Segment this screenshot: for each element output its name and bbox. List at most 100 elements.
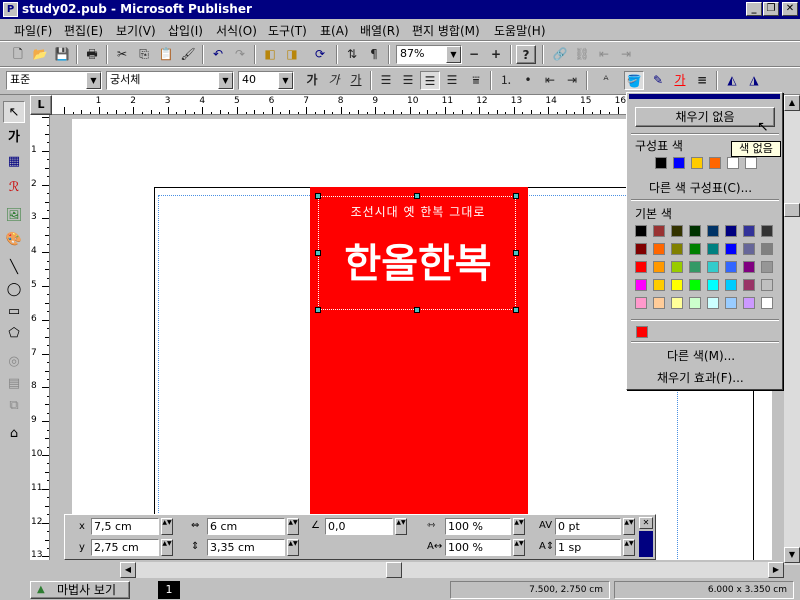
- other-scheme-button[interactable]: 다른 색 구성표(C)...: [649, 179, 752, 196]
- scheme-color-swatch[interactable]: [745, 157, 757, 169]
- spinner-icon[interactable]: ▲▼: [623, 539, 635, 556]
- basic-color-swatch[interactable]: [671, 225, 683, 237]
- increase-indent-icon[interactable]: ⇥: [562, 71, 582, 90]
- cut-icon[interactable]: ✂: [112, 45, 132, 64]
- close-button[interactable]: ✕: [782, 2, 798, 16]
- bring-front-icon[interactable]: ◧: [260, 45, 280, 64]
- resize-handle[interactable]: [513, 307, 519, 313]
- scroll-down-icon[interactable]: ▼: [784, 547, 800, 563]
- fill-effects-button[interactable]: 채우기 효과(F)...: [657, 369, 744, 386]
- basic-color-swatch[interactable]: [653, 243, 665, 255]
- ole-object-icon[interactable]: ◎: [3, 351, 25, 373]
- menu-edit[interactable]: 편집(E): [64, 22, 103, 39]
- basic-color-swatch[interactable]: [653, 225, 665, 237]
- menu-mail-merge[interactable]: 편지 병합(M): [412, 22, 480, 39]
- decrease-indent-icon[interactable]: ⇤: [540, 71, 560, 90]
- zoom-out-button[interactable]: −: [464, 45, 484, 64]
- line-spacing-input[interactable]: 1 sp: [555, 539, 621, 556]
- open-icon[interactable]: 📂: [30, 45, 50, 64]
- basic-color-swatch[interactable]: [689, 297, 701, 309]
- distribute-icon[interactable]: ⩸: [466, 71, 486, 90]
- html-fragment-icon[interactable]: ⧉: [3, 395, 25, 417]
- basic-color-swatch[interactable]: [635, 279, 647, 291]
- pointer-icon[interactable]: ↖: [3, 101, 25, 123]
- underline-button[interactable]: 가: [346, 71, 366, 90]
- basic-color-swatch[interactable]: [725, 297, 737, 309]
- line-color-icon[interactable]: ✎: [648, 71, 668, 90]
- vertical-scrollbar[interactable]: ▲ ▼: [784, 95, 800, 565]
- paragraph-mark-icon[interactable]: ¶: [364, 45, 384, 64]
- menu-format[interactable]: 서식(O): [216, 22, 257, 39]
- copy-icon[interactable]: ⎘: [134, 45, 154, 64]
- basic-color-swatch[interactable]: [761, 297, 773, 309]
- scheme-color-swatch[interactable]: [673, 157, 685, 169]
- design-gallery-icon[interactable]: ⌂: [3, 423, 25, 445]
- justify-icon[interactable]: ☰: [442, 71, 462, 90]
- y-position-input[interactable]: 2,75 cm: [91, 539, 159, 556]
- spinner-icon[interactable]: ▲▼: [161, 518, 173, 535]
- italic-button[interactable]: 가: [324, 71, 344, 90]
- line-style-icon[interactable]: ≡: [692, 71, 712, 90]
- rotate-icon[interactable]: ⟳: [310, 45, 330, 64]
- basic-color-swatch[interactable]: [725, 261, 737, 273]
- chevron-down-icon[interactable]: ▼: [278, 72, 293, 89]
- basic-color-swatch[interactable]: [635, 243, 647, 255]
- text-scale-input[interactable]: 100 %: [445, 518, 511, 535]
- basic-color-swatch[interactable]: [725, 243, 737, 255]
- font-combo[interactable]: 궁서체 ▼: [106, 71, 234, 90]
- resize-handle[interactable]: [315, 307, 321, 313]
- spinner-icon[interactable]: ▲▼: [395, 518, 407, 535]
- rotate-right-icon[interactable]: ◮: [744, 71, 764, 90]
- scheme-color-swatch[interactable]: [727, 157, 739, 169]
- vertical-ruler[interactable]: 1 2 3 4 5 6 7 8 9 10 11 12 13: [30, 115, 50, 560]
- text-frame-icon[interactable]: 가: [3, 127, 25, 149]
- basic-color-swatch[interactable]: [653, 261, 665, 273]
- picture-frame-icon[interactable]: 🖼: [3, 205, 25, 227]
- publisher-app-icon[interactable]: P: [3, 2, 18, 17]
- menu-insert[interactable]: 삽입(I): [168, 22, 203, 39]
- basic-color-swatch[interactable]: [743, 297, 755, 309]
- basic-color-swatch[interactable]: [725, 279, 737, 291]
- basic-color-swatch[interactable]: [653, 279, 665, 291]
- resize-handle[interactable]: [414, 193, 420, 199]
- basic-color-swatch[interactable]: [689, 261, 701, 273]
- print-icon[interactable]: 🖶: [82, 45, 102, 64]
- basic-color-swatch[interactable]: [761, 261, 773, 273]
- scroll-thumb[interactable]: [386, 562, 402, 578]
- recent-color-swatch[interactable]: [636, 326, 648, 338]
- chevron-down-icon[interactable]: ▼: [446, 46, 461, 63]
- menu-view[interactable]: 보기(V): [116, 22, 156, 39]
- spinner-icon[interactable]: ▲▼: [623, 518, 635, 535]
- rotate-left-icon[interactable]: ◭: [722, 71, 742, 90]
- font-size-combo[interactable]: 40 ▼: [238, 71, 294, 90]
- scroll-thumb[interactable]: [784, 203, 800, 217]
- basic-color-swatch[interactable]: [653, 297, 665, 309]
- minimize-button[interactable]: _: [746, 2, 762, 16]
- clipart-icon[interactable]: 🎨: [3, 229, 25, 251]
- oval-tool-icon[interactable]: ◯: [3, 279, 25, 301]
- resize-handle[interactable]: [414, 307, 420, 313]
- basic-color-swatch[interactable]: [689, 279, 701, 291]
- basic-color-swatch[interactable]: [761, 225, 773, 237]
- height-input[interactable]: 3,35 cm: [207, 539, 285, 556]
- paste-icon[interactable]: 📋: [156, 45, 176, 64]
- new-icon[interactable]: 🗋: [8, 45, 28, 64]
- spinner-icon[interactable]: ▲▼: [287, 539, 299, 556]
- style-combo[interactable]: 표준 ▼: [6, 71, 102, 90]
- form-control-icon[interactable]: ▤: [3, 373, 25, 395]
- resize-handle[interactable]: [315, 250, 321, 256]
- kerning-input[interactable]: 100 %: [445, 539, 511, 556]
- wordart-icon[interactable]: ℛ: [3, 177, 25, 199]
- numbering-icon[interactable]: ⒈: [496, 71, 516, 90]
- basic-color-swatch[interactable]: [671, 243, 683, 255]
- basic-color-swatch[interactable]: [671, 297, 683, 309]
- scheme-color-swatch[interactable]: [655, 157, 667, 169]
- basic-color-swatch[interactable]: [689, 225, 701, 237]
- basic-color-swatch[interactable]: [761, 243, 773, 255]
- custom-shape-icon[interactable]: ⬠: [3, 323, 25, 345]
- basic-color-swatch[interactable]: [635, 225, 647, 237]
- spinner-icon[interactable]: ▲▼: [287, 518, 299, 535]
- x-position-input[interactable]: 7,5 cm: [91, 518, 159, 535]
- resize-handle[interactable]: [315, 193, 321, 199]
- align-center-icon[interactable]: ☰: [398, 71, 418, 90]
